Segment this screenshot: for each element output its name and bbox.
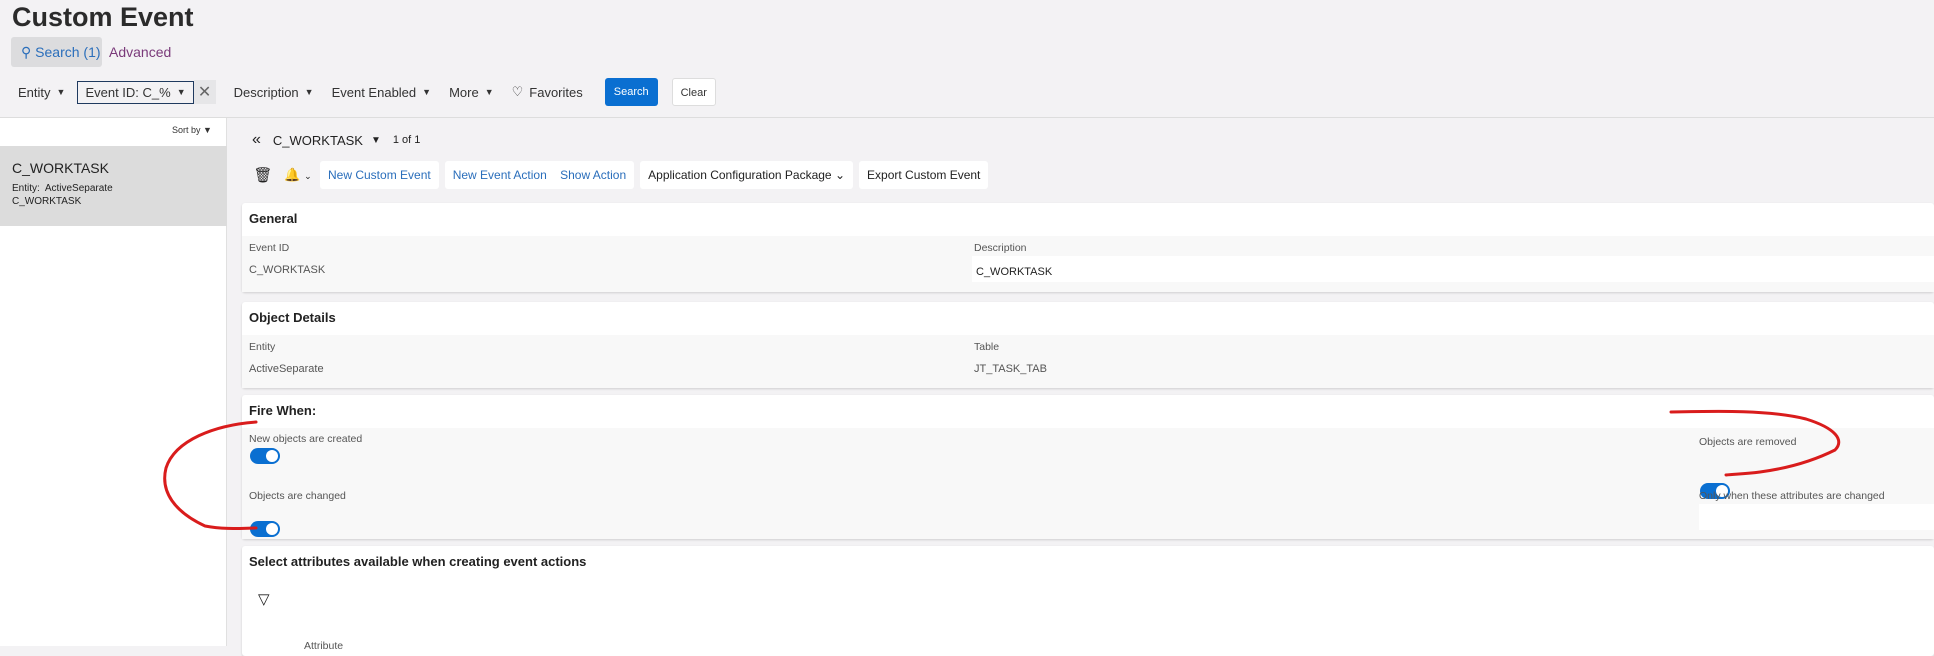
clear-button[interactable]: Clear	[671, 78, 716, 106]
entity-label: Entity	[249, 341, 276, 353]
table-value: JT_TASK_TAB	[974, 363, 1047, 375]
search-tab[interactable]: ⚲ Search (1)	[11, 37, 102, 67]
list-item-name: C_WORKTASK	[12, 160, 109, 176]
more-filter-label: More	[449, 84, 479, 100]
caret-down-icon: ▼	[56, 87, 66, 97]
heart-icon: ♡	[511, 84, 524, 99]
caret-down-icon[interactable]: ▼	[371, 135, 381, 146]
event-enabled-filter-label: Event Enabled	[331, 84, 417, 100]
event-id-label: Event ID	[249, 242, 290, 254]
search-icon: ⚲	[21, 44, 32, 60]
caret-down-icon: ▼	[422, 87, 432, 97]
description-value: C_WORKTASK	[976, 266, 1053, 278]
event-action-group: New Event Action Show Action	[444, 161, 635, 189]
fire-when-card: Fire When: New objects are created Objec…	[242, 395, 1934, 539]
objects-removed-label: Objects are removed	[1699, 436, 1797, 448]
caret-down-icon: ▼	[304, 87, 314, 97]
description-field[interactable]: C_WORKTASK	[972, 256, 1934, 282]
search-tab-label: Search (1)	[35, 44, 101, 60]
favorites-button[interactable]: ♡ Favorites	[512, 84, 583, 100]
favorites-label: Favorites	[529, 84, 583, 100]
record-nav: « C_WORKTASK ▼ 1 of 1	[252, 130, 420, 150]
filter-bar: Entity ▼ Event ID: C_% ▼ ✕ Description ▼ Ev…	[18, 78, 716, 106]
caret-down-icon: ▼	[484, 87, 494, 97]
collapse-icon[interactable]: «	[252, 131, 261, 149]
divider	[0, 117, 1934, 118]
table-label: Table	[974, 341, 1000, 353]
sort-by-button[interactable]: Sort by ▼	[166, 123, 218, 137]
entity-value: ActiveSeparate	[249, 363, 324, 375]
advanced-tab[interactable]: Advanced	[109, 37, 171, 67]
list-item-sub: C_WORKTASK	[12, 196, 82, 207]
fire-when-title: Fire When:	[249, 403, 317, 418]
object-details-title: Object Details	[249, 310, 336, 325]
trash-icon[interactable]: 🗑	[250, 166, 276, 184]
only-when-label: Only when these attributes are changed	[1699, 490, 1885, 502]
objects-changed-toggle[interactable]	[250, 521, 280, 537]
description-label: Description	[974, 242, 1027, 254]
new-event-action-button[interactable]: New Event Action	[453, 168, 547, 182]
clear-filter-icon[interactable]: ✕	[193, 80, 216, 104]
list-item-entity-value: ActiveSeparate	[44, 183, 113, 194]
general-card: General Event ID C_WORKTASK Description …	[242, 203, 1934, 292]
record-title[interactable]: C_WORKTASK	[273, 133, 363, 148]
record-count: 1 of 1	[392, 134, 421, 146]
toolbar: 🗑 🔔 ⌄ New Custom Event New Event Action …	[250, 161, 989, 189]
new-objects-created-label: New objects are created	[249, 433, 363, 445]
caret-down-icon: ▼	[203, 125, 212, 135]
bell-icon[interactable]: 🔔 ⌄	[282, 167, 314, 183]
sort-by-label: Sort by	[172, 125, 201, 135]
search-button[interactable]: Search	[604, 78, 658, 106]
filter-icon[interactable]: ▽	[258, 590, 270, 608]
event-enabled-filter[interactable]: Event Enabled ▼	[332, 85, 432, 100]
general-title: General	[249, 211, 298, 226]
app-config-package-button[interactable]: Application Configuration Package ⌄	[640, 161, 854, 189]
event-id-filter[interactable]: Event ID: C_% ▼	[77, 80, 194, 104]
attribute-column-header: Attribute	[304, 640, 344, 652]
objects-changed-label: Objects are changed	[249, 490, 346, 502]
show-action-button[interactable]: Show Action	[560, 168, 626, 182]
chevron-down-icon: ⌄	[834, 168, 846, 182]
entity-filter[interactable]: Entity ▼	[18, 85, 65, 100]
page-title: Custom Event	[12, 2, 194, 32]
description-filter[interactable]: Description ▼	[234, 85, 314, 100]
new-custom-event-button[interactable]: New Custom Event	[320, 161, 439, 189]
list-item-entity-label: Entity:	[12, 183, 40, 194]
caret-down-icon: ▼	[176, 87, 186, 97]
list-item[interactable]: C_WORKTASK Entity: ActiveSeparate C_WORK…	[0, 146, 227, 226]
attributes-card: Select attributes available when creatin…	[242, 546, 1934, 656]
new-objects-created-toggle[interactable]	[250, 448, 280, 464]
more-filter[interactable]: More ▼	[449, 85, 494, 100]
entity-filter-label: Entity	[18, 84, 51, 100]
app-config-package-label: Application Configuration Package	[648, 168, 832, 182]
attributes-title: Select attributes available when creatin…	[249, 554, 587, 569]
object-details-card: Object Details Entity ActiveSeparate Tab…	[242, 302, 1934, 388]
event-id-value: C_WORKTASK	[249, 264, 326, 276]
event-id-filter-label: Event ID: C_%	[85, 84, 171, 100]
only-when-field[interactable]	[1699, 504, 1934, 530]
description-filter-label: Description	[233, 84, 299, 100]
export-custom-event-button[interactable]: Export Custom Event	[859, 161, 989, 189]
